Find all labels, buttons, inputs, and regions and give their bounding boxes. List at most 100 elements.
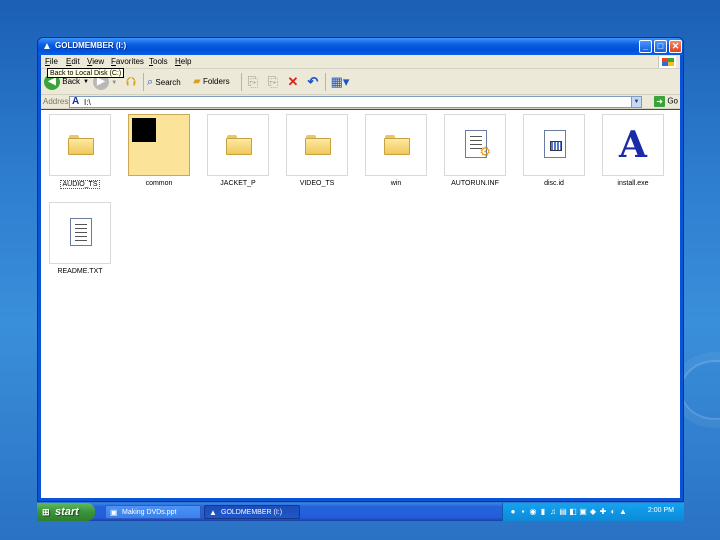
search-button[interactable]: ⌕ Search (147, 72, 181, 92)
file-name: common (145, 180, 173, 187)
menu-edit[interactable]: Edit (66, 57, 80, 66)
task-label: Making DVDs.ppt (122, 509, 177, 516)
delete-icon[interactable]: ✕ (285, 74, 301, 90)
tray-icon[interactable]: ◧ (569, 507, 577, 516)
thumbnail-preview-image (132, 118, 156, 142)
views-icon[interactable]: ▦▾ (329, 74, 351, 90)
file-item-common[interactable]: common (120, 114, 198, 187)
address-bar: Address A I:\ ▼ ➜ Go (41, 95, 680, 109)
tray-icon[interactable]: ◆ (589, 507, 597, 516)
install-app-icon: ▲ (42, 41, 52, 52)
file-item-win[interactable]: win (357, 114, 435, 187)
file-item-jacket-p[interactable]: JACKET_P (199, 114, 277, 187)
system-file-icon (544, 130, 566, 158)
file-thumbnail (49, 202, 111, 264)
file-view: AUDIO_TS common JACKET_P VIDEO_TS win ⚙ … (41, 110, 680, 498)
move-to-icon[interactable]: ⎘ (245, 74, 261, 90)
toolbar-separator (241, 73, 242, 91)
folder-icon (384, 135, 410, 155)
file-name: AUDIO_TS (60, 180, 100, 189)
tray-icon[interactable]: ● (509, 507, 517, 516)
address-input[interactable]: A I:\ ▼ (69, 96, 642, 108)
copy-to-icon[interactable]: ⎘ (265, 74, 281, 90)
address-value: I:\ (84, 98, 91, 107)
tray-icon[interactable]: ▣ (579, 507, 587, 516)
install-app-icon: A (72, 96, 80, 107)
file-name: VIDEO_TS (299, 180, 335, 187)
menu-bar: File Edit View Favorites Tools Help (41, 55, 680, 69)
folders-label: Folders (202, 77, 230, 86)
text-file-icon (70, 218, 92, 246)
toolbar-separator (325, 73, 326, 91)
search-label: Search (155, 78, 181, 87)
up-folder-icon[interactable]: ⮉ (123, 74, 139, 90)
gear-icon: ⚙ (479, 144, 491, 159)
folder-thumbnail (207, 114, 269, 176)
tray-icon[interactable]: ▤ (559, 507, 567, 516)
windows-logo-icon (658, 56, 676, 68)
undo-icon[interactable]: ↶ (305, 74, 321, 90)
tray-icon[interactable]: ▲ (619, 507, 627, 516)
file-item-audio-ts[interactable]: AUDIO_TS (41, 114, 119, 189)
file-name: win (390, 180, 402, 187)
menu-file[interactable]: File (45, 57, 58, 66)
taskbar: ⊞ start ▣ Making DVDs.ppt ▲ GOLDMEMBER (… (37, 503, 684, 521)
start-button[interactable]: ⊞ start (37, 503, 95, 521)
search-icon: ⌕ (147, 76, 154, 88)
tray-icon[interactable]: ◉ (529, 507, 537, 516)
tray-icon[interactable]: ▪ (519, 507, 527, 516)
file-item-autorun-inf[interactable]: ⚙ AUTORUN.INF (436, 114, 514, 187)
tray-icon[interactable]: ♫ (549, 507, 557, 516)
file-item-install-exe[interactable]: A install.exe (594, 114, 672, 187)
explorer-window: ▲ GOLDMEMBER (I:) _ □ ✕ File Edit View F… (37, 37, 684, 502)
folder-icon (68, 135, 94, 155)
tray-icon[interactable]: ✚ (599, 507, 607, 516)
address-label: Address (43, 97, 73, 106)
maximize-button[interactable]: □ (654, 40, 667, 53)
install-app-icon: ▲ (209, 508, 217, 517)
config-file-icon: ⚙ (465, 130, 491, 159)
folders-button[interactable]: ▰ Folders (193, 72, 230, 92)
clock[interactable]: 2:00 PM (648, 507, 674, 514)
forward-history-dropdown: ▼ (111, 80, 118, 86)
close-button[interactable]: ✕ (669, 40, 682, 53)
chevron-down-icon[interactable]: ▼ (631, 97, 641, 107)
folder-thumbnail (365, 114, 427, 176)
install-app-icon: A (619, 124, 647, 166)
calendar-icon (550, 141, 562, 151)
go-button[interactable]: ➜ Go (654, 96, 678, 107)
menu-favorites[interactable]: Favorites (111, 57, 144, 66)
task-label: GOLDMEMBER (I:) (221, 509, 283, 516)
file-name: JACKET_P (220, 180, 256, 187)
file-name: AUTORUN.INF (451, 180, 499, 187)
file-item-readme-txt[interactable]: README.TXT (41, 202, 119, 275)
folder-icon (226, 135, 252, 155)
file-item-video-ts[interactable]: VIDEO_TS (278, 114, 356, 187)
minimize-button[interactable]: _ (639, 40, 652, 53)
title-bar[interactable]: ▲ GOLDMEMBER (I:) _ □ ✕ (38, 38, 683, 55)
file-thumbnail: A (602, 114, 664, 176)
menu-tools[interactable]: Tools (149, 57, 168, 66)
folder-thumbnail (128, 114, 190, 176)
tray-icon[interactable]: ◐ (609, 507, 617, 516)
menu-view[interactable]: View (87, 57, 104, 66)
go-arrow-icon: ➜ (654, 96, 666, 107)
folders-icon: ▰ (193, 76, 201, 87)
back-label: Back (62, 77, 81, 86)
tray-icon[interactable]: ▮ (539, 507, 547, 516)
task-button-making-dvds[interactable]: ▣ Making DVDs.ppt (105, 505, 201, 519)
windows-logo-icon: ⊞ (42, 507, 50, 517)
back-tooltip: Back to Local Disk (C:) (47, 68, 125, 78)
desktop-ripple-decoration (680, 360, 720, 420)
menu-help[interactable]: Help (175, 57, 191, 66)
file-name: install.exe (617, 180, 649, 187)
go-label: Go (667, 96, 678, 106)
file-name: disc.id (544, 180, 564, 187)
window-title: GOLDMEMBER (I:) (55, 41, 127, 50)
file-thumbnail (523, 114, 585, 176)
powerpoint-icon: ▣ (110, 508, 118, 517)
start-label: start (55, 506, 79, 518)
task-button-goldmember[interactable]: ▲ GOLDMEMBER (I:) (204, 505, 300, 519)
folder-thumbnail (286, 114, 348, 176)
file-item-disc-id[interactable]: disc.id (515, 114, 593, 187)
